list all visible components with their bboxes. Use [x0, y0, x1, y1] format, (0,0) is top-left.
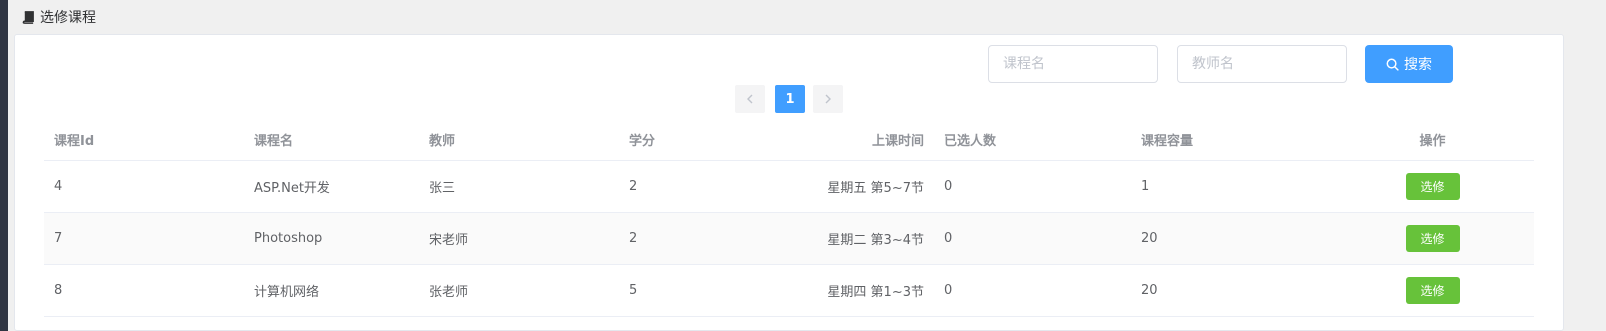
column-header-action: 操作: [1331, 119, 1534, 161]
course-table: 课程Id 课程名 教师 学分 上课时间 已选人数 课程容量 操作 4 ASP.N…: [44, 119, 1534, 317]
cell-id: 4: [44, 160, 244, 213]
column-header-teacher: 教师: [419, 119, 619, 161]
course-name-input[interactable]: [988, 45, 1158, 83]
table-row: 4 ASP.Net开发 张三 2 星期五 第5~7节 0 1 选修: [44, 160, 1534, 213]
cell-name: ASP.Net开发: [244, 160, 419, 213]
cell-enrolled: 0: [934, 264, 1131, 317]
chevron-left-icon: [747, 94, 753, 104]
page-number-button[interactable]: 1: [775, 85, 805, 113]
cell-id: 7: [44, 212, 244, 265]
cell-credit: 2: [619, 212, 744, 265]
table-row: 8 计算机网络 张老师 5 星期四 第1~3节 0 20 选修: [44, 264, 1534, 317]
cell-capacity: 20: [1131, 264, 1331, 317]
column-header-credit: 学分: [619, 119, 744, 161]
cell-id: 8: [44, 264, 244, 317]
cell-capacity: 20: [1131, 212, 1331, 265]
cell-action: 选修: [1331, 264, 1534, 317]
cell-time: 星期五 第5~7节: [744, 160, 934, 213]
column-header-id: 课程Id: [44, 119, 244, 161]
chevron-right-icon: [825, 94, 831, 104]
cell-enrolled: 0: [934, 212, 1131, 265]
table-header-row: 课程Id 课程名 教师 学分 上课时间 已选人数 课程容量 操作: [44, 119, 1534, 161]
search-button[interactable]: 搜索: [1365, 45, 1453, 83]
page-title: 选修课程: [40, 10, 96, 26]
cell-teacher: 宋老师: [419, 212, 619, 265]
column-header-capacity: 课程容量: [1131, 119, 1331, 161]
column-header-enrolled: 已选人数: [934, 119, 1131, 161]
next-page-button[interactable]: [813, 85, 843, 113]
select-course-button[interactable]: 选修: [1405, 277, 1460, 304]
cell-credit: 2: [619, 160, 744, 213]
cell-capacity: 1: [1131, 160, 1331, 213]
sidebar-edge: [0, 0, 8, 331]
cell-teacher: 张三: [419, 160, 619, 213]
cell-time: 星期四 第1~3节: [744, 264, 934, 317]
teacher-name-input[interactable]: [1177, 45, 1347, 83]
select-course-button[interactable]: 选修: [1405, 225, 1460, 252]
cell-action: 选修: [1331, 160, 1534, 213]
cell-time: 星期二 第3~4节: [744, 212, 934, 265]
cell-teacher: 张老师: [419, 264, 619, 317]
search-icon: [1386, 58, 1399, 71]
search-button-label: 搜索: [1404, 57, 1432, 73]
column-header-name: 课程名: [244, 119, 419, 161]
cell-credit: 5: [619, 264, 744, 317]
cell-name: 计算机网络: [244, 264, 419, 317]
cell-name: Photoshop: [244, 212, 419, 265]
course-card: 搜索 1 课程Id 课程名 教师 学分 上课时间 已选人数 课程容量 操作: [14, 34, 1564, 331]
select-course-button[interactable]: 选修: [1405, 173, 1460, 200]
column-header-time: 上课时间: [744, 119, 934, 161]
cell-enrolled: 0: [934, 160, 1131, 213]
cell-action: 选修: [1331, 212, 1534, 265]
book-icon: [22, 10, 34, 24]
prev-page-button[interactable]: [735, 85, 765, 113]
table-row: 7 Photoshop 宋老师 2 星期二 第3~4节 0 20 选修: [44, 212, 1534, 265]
page-header: 选修课程: [8, 0, 1606, 34]
